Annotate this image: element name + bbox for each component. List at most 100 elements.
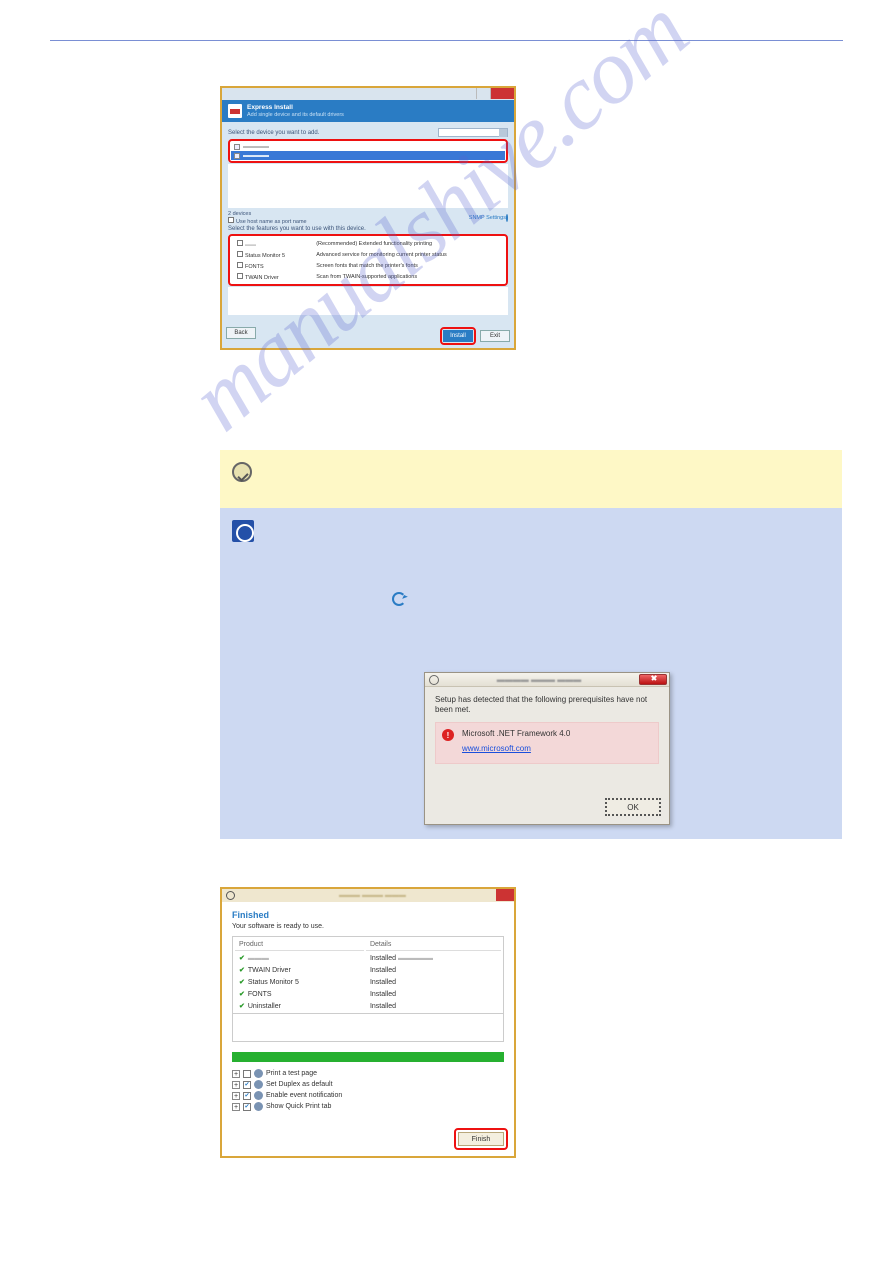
checkmark-icon <box>232 462 252 482</box>
prerequisite-name: Microsoft .NET Framework 4.0 <box>462 729 650 738</box>
product-name: FONTS <box>248 991 272 998</box>
table-row: ✔FONTS Installed <box>235 989 501 999</box>
close-button[interactable] <box>496 889 514 901</box>
exit-button[interactable]: Exit <box>480 330 510 342</box>
option-label: Set Duplex as default <box>266 1081 333 1088</box>
install-button[interactable]: Install <box>443 330 473 342</box>
option-label: Show Quick Print tab <box>266 1103 331 1110</box>
checkbox[interactable] <box>243 1070 251 1078</box>
feature-row[interactable]: ▬▬(Recommended) Extended functionality p… <box>233 239 503 248</box>
header-subtitle: Add single device and its default driver… <box>247 112 344 118</box>
detail-text: Installed <box>366 965 501 975</box>
checkbox[interactable]: ✔ <box>243 1092 251 1100</box>
expand-icon[interactable]: + <box>232 1103 240 1111</box>
finished-window: ▬▬▬ ▬▬▬ ▬▬▬ Finished Your software is re… <box>220 887 516 1158</box>
option-row[interactable]: +✔ Show Quick Print tab <box>232 1101 504 1112</box>
check-icon: ✔ <box>239 991 245 998</box>
col-product: Product <box>235 939 364 951</box>
header-title: Express Install <box>247 104 344 111</box>
product-name: Status Monitor 5 <box>248 979 299 986</box>
feature-row[interactable]: FONTSScreen fonts that match the printer… <box>233 261 503 270</box>
minimize-button[interactable] <box>476 88 490 99</box>
close-button[interactable] <box>490 88 514 99</box>
refresh-icon[interactable] <box>506 214 508 222</box>
note-box: ▬▬▬▬ ▬▬▬ ▬▬▬ Setup has detected that the… <box>220 508 842 839</box>
feature-row[interactable]: Status Monitor 5 Advanced service for mon… <box>233 250 503 259</box>
prerequisite-item: ! Microsoft .NET Framework 4.0 www.micro… <box>435 722 659 764</box>
feature-row[interactable]: TWAIN Driver Scan from TWAIN-supported ap… <box>233 272 503 281</box>
dialog-close-button[interactable] <box>639 674 667 685</box>
device-list-highlight: ▬▬▬▬ ▬▬▬▬ <box>228 139 508 163</box>
features-highlight: ▬▬(Recommended) Extended functionality p… <box>228 234 508 286</box>
important-note-box <box>220 450 842 508</box>
search-icon <box>499 129 507 137</box>
feature-desc: Screen fonts that match the printer's fo… <box>312 261 503 270</box>
device-list[interactable]: ▬▬▬▬ ▬▬▬▬ <box>231 142 505 160</box>
checkbox[interactable]: ✔ <box>243 1081 251 1089</box>
finish-button[interactable]: Finish <box>458 1132 504 1146</box>
window-titlebar <box>222 88 514 100</box>
detail-text: Installed <box>366 989 501 999</box>
prerequisite-link[interactable]: www.microsoft.com <box>462 744 531 753</box>
option-label: Print a test page <box>266 1070 317 1077</box>
option-icon <box>254 1091 263 1100</box>
detail-text: Installed <box>366 1001 501 1011</box>
option-row[interactable]: + Print a test page <box>232 1068 504 1079</box>
ok-button[interactable]: OK <box>605 798 661 816</box>
progress-bar <box>232 1052 504 1062</box>
products-table: Product Details ✔▬▬▬Installed ▬▬▬▬▬ ✔TWA… <box>232 936 504 1014</box>
device-icon <box>234 153 240 159</box>
check-icon: ✔ <box>239 955 245 962</box>
window-titlebar: ▬▬▬ ▬▬▬ ▬▬▬ <box>222 889 514 902</box>
window-header: Express Install Add single device and it… <box>222 100 514 122</box>
select-device-label: Select the device you want to add. <box>228 128 508 137</box>
expand-icon[interactable]: + <box>232 1092 240 1100</box>
table-row: ✔Uninstaller Installed <box>235 1001 501 1011</box>
option-label: Enable event notification <box>266 1092 342 1099</box>
option-row[interactable]: +✔ Enable event notification <box>232 1090 504 1101</box>
product-name: TWAIN Driver <box>248 967 291 974</box>
device-row[interactable]: ▬▬▬▬ <box>231 142 505 151</box>
check-icon: ✔ <box>239 967 245 974</box>
feature-name: TWAIN Driver <box>245 275 279 281</box>
feature-desc: (Recommended) Extended functionality pri… <box>312 239 503 248</box>
features-empty-area <box>228 287 508 315</box>
device-row-selected[interactable]: ▬▬▬▬ <box>231 151 505 160</box>
feature-desc: Scan from TWAIN-supported applications <box>312 272 503 281</box>
col-details: Details <box>366 939 501 951</box>
back-button[interactable]: Back <box>226 327 256 339</box>
option-icon <box>254 1080 263 1089</box>
note-icon <box>232 520 254 542</box>
dialog-titlebar: ▬▬▬▬ ▬▬▬ ▬▬▬ <box>425 673 669 687</box>
option-icon <box>254 1102 263 1111</box>
install-button-highlight: Install <box>440 327 476 345</box>
device-icon <box>234 144 240 150</box>
check-icon: ✔ <box>239 1003 245 1010</box>
use-hostname-label: Use host name as port name <box>236 219 307 225</box>
detail-text: Installed <box>366 977 501 987</box>
expand-icon[interactable]: + <box>232 1070 240 1078</box>
option-icon <box>254 1069 263 1078</box>
device-search-input[interactable] <box>438 128 508 137</box>
expand-icon[interactable]: + <box>232 1081 240 1089</box>
check-icon: ✔ <box>239 979 245 986</box>
feature-desc: Advanced service for monitoring current … <box>312 250 503 259</box>
dialog-message: Setup has detected that the following pr… <box>435 695 659 714</box>
option-row[interactable]: +✔ Set Duplex as default <box>232 1079 504 1090</box>
refresh-icon <box>392 592 406 606</box>
globe-icon <box>226 891 235 900</box>
table-row: ✔Status Monitor 5 Installed <box>235 977 501 987</box>
snmp-settings-link[interactable]: SNMP Settings <box>469 215 506 221</box>
device-list-empty-area <box>228 164 508 208</box>
detail-text: Installed <box>370 955 396 962</box>
features-label: Select the features you want to use with… <box>228 226 508 232</box>
options-list: +Print a test page +✔Set Duplex as defau… <box>232 1068 504 1112</box>
product-name: Uninstaller <box>248 1003 281 1010</box>
checkbox[interactable]: ✔ <box>243 1103 251 1111</box>
features-table: ▬▬(Recommended) Extended functionality p… <box>231 237 505 283</box>
feature-name: Status Monitor 5 <box>245 253 285 259</box>
finish-button-highlight: Finish <box>454 1128 508 1150</box>
installer-icon <box>228 104 242 118</box>
top-rule <box>50 40 843 41</box>
use-hostname-checkbox[interactable] <box>228 217 234 223</box>
